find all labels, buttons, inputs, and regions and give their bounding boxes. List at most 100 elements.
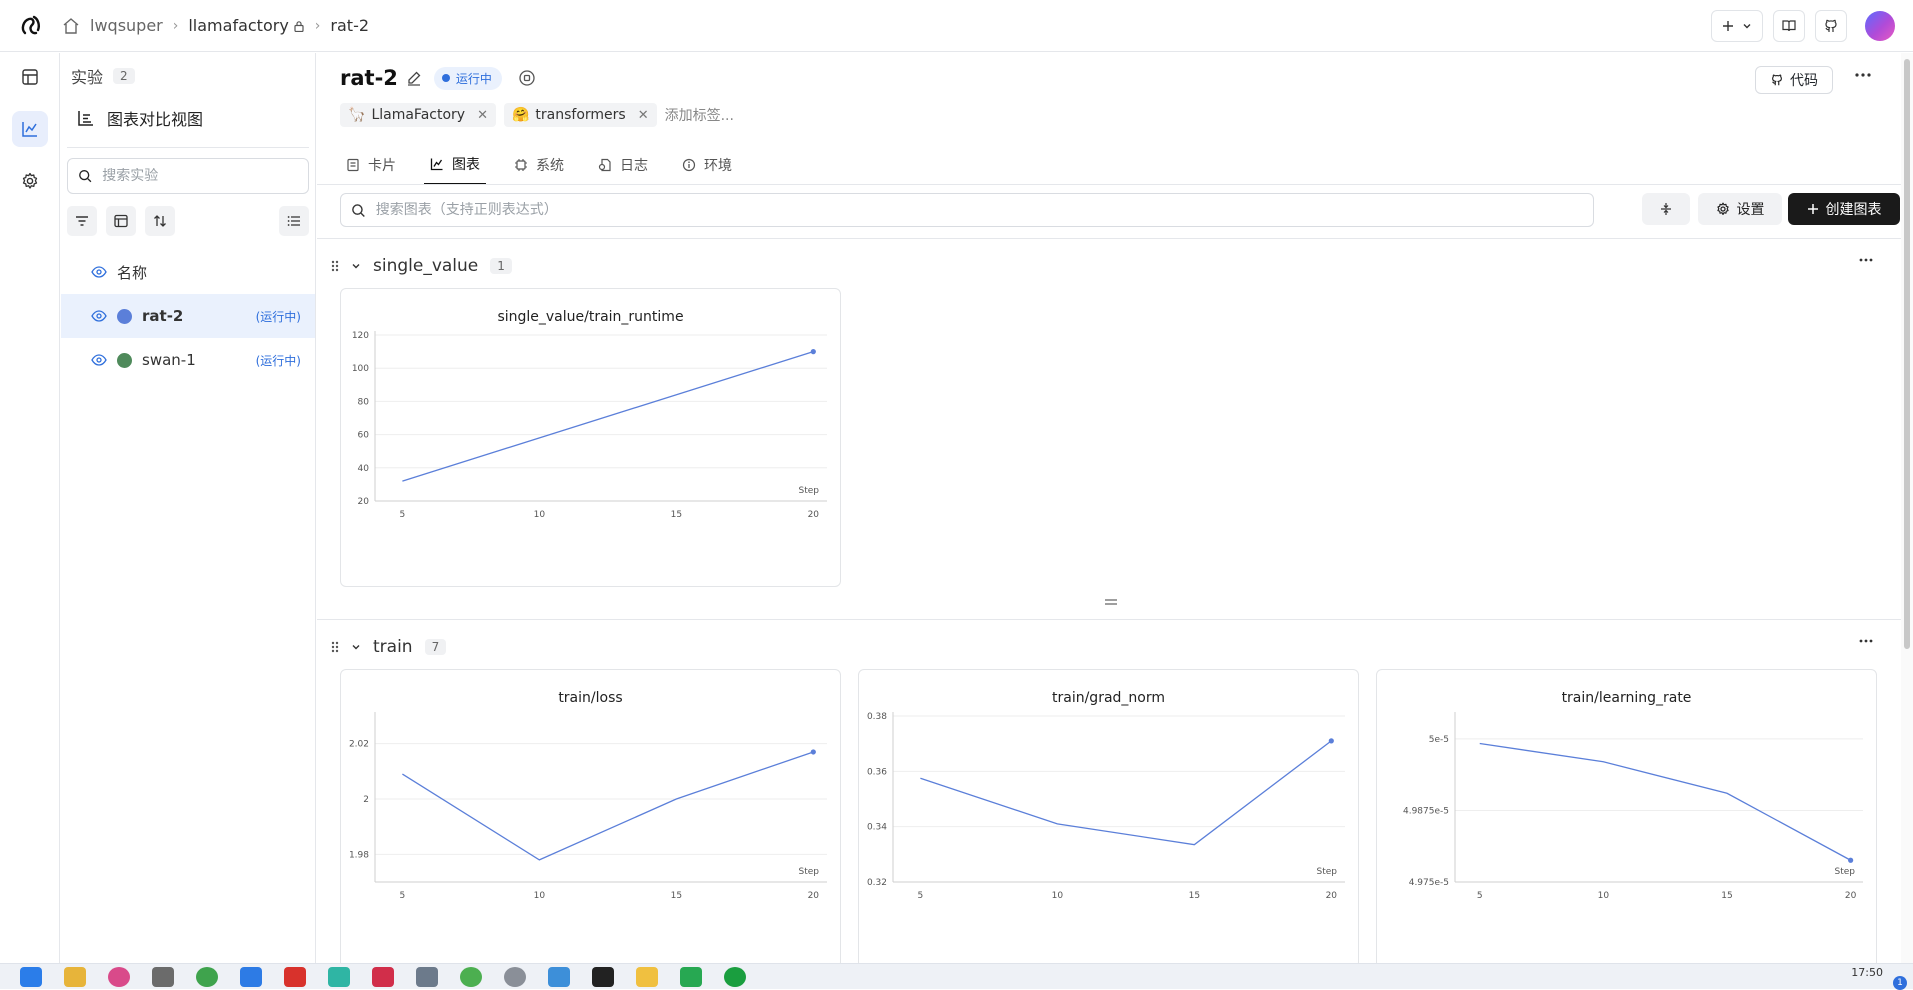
close-icon[interactable]: ✕ xyxy=(477,108,488,123)
plus-icon xyxy=(1723,21,1733,31)
breadcrumb-user[interactable]: lwqsuper xyxy=(90,16,163,35)
x-tick-label: 5 xyxy=(400,510,406,520)
chart-compare-view-link[interactable]: 图表对比视图 xyxy=(61,99,315,137)
series-line xyxy=(402,350,814,482)
x-tick-label: 15 xyxy=(1721,891,1732,901)
chart-card-train-runtime[interactable]: single_value/train_runtime 20 40 60 80 100 12… xyxy=(340,288,841,587)
swanlab-logo-icon[interactable] xyxy=(0,0,62,52)
more-options-icon[interactable] xyxy=(1859,639,1873,643)
app-icon[interactable] xyxy=(724,966,746,987)
add-tag-input[interactable]: 添加标签... xyxy=(665,105,734,125)
chart-search-input[interactable] xyxy=(375,202,1583,218)
rail-settings[interactable] xyxy=(12,163,48,199)
experiment-color-dot[interactable] xyxy=(117,352,132,368)
tag-transformers[interactable]: 🤗 transformers ✕ xyxy=(503,103,657,127)
edit-icon[interactable] xyxy=(406,70,422,86)
resize-handle-icon[interactable] xyxy=(1104,598,1118,606)
experiment-row-swan-1[interactable]: swan-1 (运行中) xyxy=(61,338,315,382)
experiment-search[interactable] xyxy=(67,158,309,194)
chart-card-train-grad-norm[interactable]: train/grad_norm 0.32 0.34 0.36 0.38 5 10 15 20 S… xyxy=(858,669,1359,963)
data-point xyxy=(810,349,816,355)
tab-system[interactable]: 系统 xyxy=(508,145,570,185)
eye-icon[interactable] xyxy=(91,354,107,366)
docs-button[interactable] xyxy=(1773,10,1805,42)
notification-badge[interactable]: 1 xyxy=(1893,976,1907,990)
experiment-tabs: 卡片 图表 系统 日志 环境 xyxy=(340,145,738,185)
scrollbar-thumb[interactable] xyxy=(1904,59,1910,649)
chevron-down-icon[interactable] xyxy=(351,261,361,271)
edge-icon[interactable] xyxy=(196,966,218,987)
drag-handle-icon[interactable] xyxy=(331,641,339,653)
breadcrumb-experiment[interactable]: rat-2 xyxy=(330,16,369,35)
browser-icon[interactable] xyxy=(108,966,130,987)
clock[interactable]: 17:50 xyxy=(1851,966,1883,979)
code-button[interactable]: 代码 xyxy=(1755,66,1833,94)
filter-button[interactable] xyxy=(67,206,97,236)
create-chart-button[interactable]: 创建图表 xyxy=(1788,193,1900,225)
app-icon[interactable] xyxy=(240,966,262,987)
os-taskbar: 17:50 1 xyxy=(0,963,1913,990)
tab-card[interactable]: 卡片 xyxy=(340,145,402,185)
eye-icon[interactable] xyxy=(91,266,107,278)
app-icon[interactable] xyxy=(680,966,702,987)
series-line xyxy=(402,751,814,861)
windows-start-icon[interactable] xyxy=(20,966,42,987)
experiment-list-header: 名称 xyxy=(61,250,315,294)
app-icon[interactable] xyxy=(636,966,658,987)
app-icon[interactable] xyxy=(548,966,570,987)
wechat-icon[interactable] xyxy=(460,966,482,987)
app-icon[interactable] xyxy=(416,966,438,987)
experiment-color-dot[interactable] xyxy=(117,308,132,324)
tab-charts[interactable]: 图表 xyxy=(424,145,486,185)
tabs-divider xyxy=(317,184,1913,185)
home-icon[interactable] xyxy=(62,17,80,35)
breadcrumb-project[interactable]: llamafactory xyxy=(188,16,304,35)
section-divider xyxy=(317,238,1913,239)
chart-search[interactable] xyxy=(340,193,1594,227)
columns-button[interactable] xyxy=(106,206,136,236)
user-avatar[interactable] xyxy=(1865,11,1895,41)
wps-icon[interactable] xyxy=(284,966,306,987)
sort-button[interactable] xyxy=(145,206,175,236)
experiment-row-rat-2[interactable]: rat-2 (运行中) xyxy=(61,294,315,338)
eye-icon[interactable] xyxy=(91,310,107,322)
github-button[interactable] xyxy=(1815,10,1847,42)
collapse-all-button[interactable] xyxy=(1642,193,1690,225)
y-tick-label: 120 xyxy=(352,331,369,341)
file-explorer-icon[interactable] xyxy=(64,966,86,987)
chart-card-train-loss[interactable]: train/loss 1.98 2 2.02 5 10 15 20 Step xyxy=(340,669,841,963)
experiment-header: rat-2 运行中 xyxy=(340,66,536,90)
main-scrollbar[interactable] xyxy=(1901,53,1913,963)
running-status-badge: 运行中 xyxy=(433,66,502,90)
app-icon[interactable] xyxy=(152,966,174,987)
drag-handle-icon[interactable] xyxy=(331,260,339,272)
close-icon[interactable]: ✕ xyxy=(638,108,649,123)
tag-llamafactory[interactable]: 🦙 LlamaFactory ✕ xyxy=(340,103,496,127)
data-point xyxy=(1328,738,1334,744)
tab-logs[interactable]: 日志 xyxy=(592,145,654,185)
add-dropdown-button[interactable] xyxy=(1711,10,1763,42)
rail-chart-view[interactable] xyxy=(11,111,48,147)
tab-environment[interactable]: 环境 xyxy=(676,145,738,185)
stop-icon[interactable] xyxy=(518,69,536,87)
line-chart-icon xyxy=(430,158,443,171)
settings-app-icon[interactable] xyxy=(504,966,526,987)
rail-table-view[interactable] xyxy=(12,59,48,95)
line-chart: 4.975e-5 4.9875e-5 5e-5 5 10 15 20 Step xyxy=(1403,712,1863,901)
more-options-icon[interactable] xyxy=(1859,258,1873,262)
more-options-icon[interactable] xyxy=(1855,73,1871,77)
section-header-single-value[interactable]: single_value 1 xyxy=(331,253,512,279)
cpu-icon xyxy=(515,159,527,171)
x-axis-label: Step xyxy=(799,486,820,496)
section-header-train[interactable]: train 7 xyxy=(331,634,447,660)
jetbrains-icon[interactable] xyxy=(372,966,394,987)
app-icon[interactable] xyxy=(328,966,350,987)
list-view-button[interactable] xyxy=(279,206,309,236)
card-icon xyxy=(347,158,359,172)
settings-button[interactable]: 设置 xyxy=(1698,193,1782,225)
terminal-icon[interactable] xyxy=(592,966,614,987)
chevron-down-icon[interactable] xyxy=(351,642,361,652)
hugging-face-icon: 🤗 xyxy=(511,107,530,123)
experiment-search-input[interactable] xyxy=(102,168,298,184)
chart-card-train-learning-rate[interactable]: train/learning_rate 4.975e-5 4.9875e-5 5e-… xyxy=(1376,669,1877,963)
